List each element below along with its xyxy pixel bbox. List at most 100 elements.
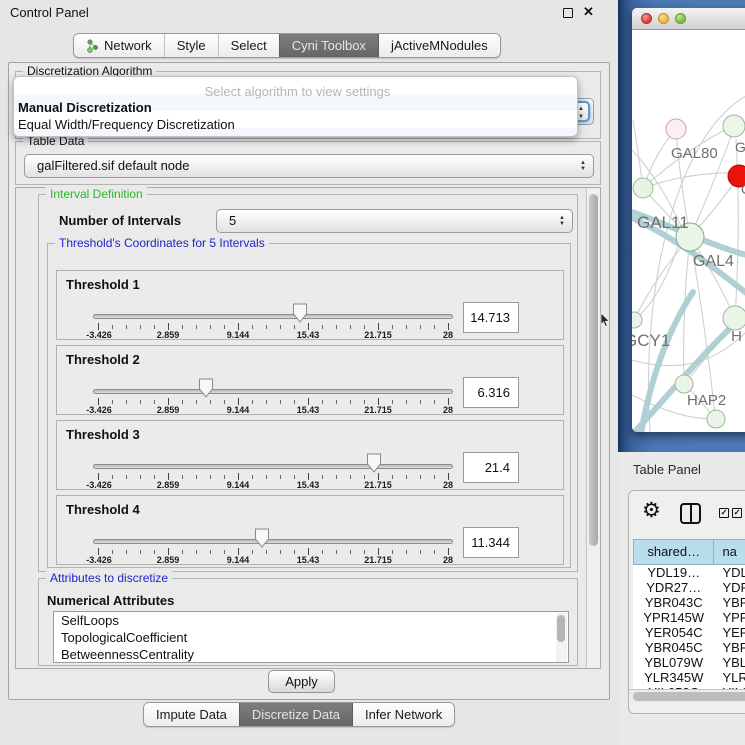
table-header-row: shared… na: [633, 539, 745, 565]
close-traffic-light[interactable]: [641, 13, 652, 24]
table-cell[interactable]: YLR345W: [633, 670, 714, 685]
table-cell[interactable]: YDR2: [714, 580, 745, 595]
attributes-list[interactable]: SelfLoopsTopologicalCoefficientBetweenne…: [53, 611, 569, 663]
slider[interactable]: -3.4262.8599.14415.4321.71528: [93, 496, 453, 566]
table-row[interactable]: YBL079WYBL0: [633, 655, 745, 670]
table-cell[interactable]: YDR27…: [633, 580, 714, 595]
bottom-tab-bar: Impute Data Discretize Data Infer Networ…: [143, 702, 455, 727]
table-row[interactable]: YBR043CYBR0: [633, 595, 745, 610]
table-cell[interactable]: YER054C: [633, 625, 714, 640]
threshold-2-panel: Threshold 2 -3.4262.8599.14415.4321.7152…: [56, 345, 564, 415]
panel-title: Control Panel: [10, 5, 89, 20]
threshold-value-field[interactable]: 21.4: [463, 452, 519, 483]
tab-discretize-data[interactable]: Discretize Data: [239, 703, 352, 726]
float-window-icon[interactable]: [563, 8, 573, 18]
node-label-hap2: HAP2: [687, 392, 726, 409]
split-columns-icon[interactable]: [680, 503, 701, 524]
slider-track[interactable]: [93, 539, 453, 544]
node-label-gal4: GAL4: [693, 253, 734, 270]
table-cell[interactable]: YBR043C: [633, 595, 714, 610]
interval-definition-group: Interval Definition Number of Intervals …: [38, 194, 578, 572]
table-row[interactable]: YER054CYER0: [633, 625, 745, 640]
slider-thumb[interactable]: [254, 528, 270, 549]
attribute-list-item[interactable]: TopologicalCoefficient: [54, 629, 568, 646]
tab-network[interactable]: Network: [74, 34, 164, 57]
table-cell[interactable]: YPR1: [714, 610, 745, 625]
table-cell[interactable]: YLR3: [714, 670, 745, 685]
table-cell[interactable]: YDL19…: [633, 565, 714, 580]
control-panel-titlebar: Control Panel ✕: [0, 0, 618, 26]
table-row[interactable]: YPR145WYPR1: [633, 610, 745, 625]
threshold-value-field[interactable]: 11.344: [463, 527, 519, 558]
table-cell[interactable]: YBL079W: [633, 655, 714, 670]
threshold-4-panel: Threshold 4 -3.4262.8599.14415.4321.7152…: [56, 495, 564, 565]
attribute-list-item[interactable]: BetweennessCentrality: [54, 646, 568, 663]
tab-impute-data[interactable]: Impute Data: [144, 703, 239, 726]
node-gal11[interactable]: [633, 178, 653, 198]
list-scrollbar[interactable]: [556, 613, 567, 662]
threshold-value-field[interactable]: 6.316: [463, 377, 519, 408]
scrollbar-thumb[interactable]: [589, 194, 598, 546]
attribute-list-item[interactable]: SelfLoops: [54, 612, 568, 629]
tab-jactivemnodules[interactable]: jActiveMNodules: [378, 34, 500, 57]
table-row[interactable]: YDR27…YDR2: [633, 580, 745, 595]
table-row[interactable]: YDL19…YDL1: [633, 565, 745, 580]
dropdown-prompt: Select algorithm to view settings: [14, 77, 577, 99]
column-header-shared-name[interactable]: shared…: [633, 539, 714, 565]
dropdown-option-equal-width[interactable]: Equal Width/Frequency Discretization: [14, 116, 577, 133]
table-cell[interactable]: YBR045C: [633, 640, 714, 655]
column-header-name[interactable]: na: [714, 539, 745, 565]
network-window-titlebar[interactable]: [632, 8, 745, 30]
table-cell[interactable]: YDL1: [714, 565, 745, 580]
horizontal-scrollbar[interactable]: [629, 689, 745, 703]
table-cell[interactable]: YPR145W: [633, 610, 714, 625]
network-view-window[interactable]: GAL80 G C GAL11 GAL4 GCY1 H HAP2: [632, 8, 745, 432]
node-pink[interactable]: [666, 119, 686, 139]
threshold-1-panel: Threshold 1 -3.4262.8599.14415.4321.7152…: [56, 270, 564, 340]
slider[interactable]: -3.4262.8599.14415.4321.71528: [93, 271, 453, 341]
num-intervals-combobox[interactable]: 5 ▲▼: [216, 209, 573, 233]
slider[interactable]: -3.4262.8599.14415.4321.71528: [93, 421, 453, 491]
scrollbar-thumb[interactable]: [633, 692, 745, 701]
slider-thumb[interactable]: [198, 378, 214, 399]
zoom-traffic-light[interactable]: [675, 13, 686, 24]
table-row[interactable]: YBR045CYBR0: [633, 640, 745, 655]
minimize-traffic-light[interactable]: [658, 13, 669, 24]
table-body[interactable]: YDL19…YDL1YDR27…YDR2YBR043CYBR0YPR145WYP…: [633, 565, 745, 689]
group-title-attributes: Attributes to discretize: [46, 571, 172, 585]
combo-arrows-icon: ▲▼: [559, 215, 565, 227]
slider[interactable]: -3.4262.8599.14415.4321.71528: [93, 346, 453, 416]
table-cell[interactable]: YER0: [714, 625, 745, 640]
vertical-scrollbar[interactable]: [586, 188, 600, 668]
tab-infer-network[interactable]: Infer Network: [352, 703, 454, 726]
tab-style[interactable]: Style: [164, 34, 218, 57]
slider-track[interactable]: [93, 314, 453, 319]
threshold-value-field[interactable]: 14.713: [463, 302, 519, 333]
network-graph[interactable]: GAL80 G C GAL11 GAL4 GCY1 H HAP2: [632, 30, 745, 432]
close-icon[interactable]: ✕: [583, 4, 594, 20]
apply-button[interactable]: Apply: [268, 670, 335, 693]
node-label-gal80: GAL80: [671, 145, 718, 162]
mouse-cursor: [600, 313, 611, 328]
slider-track[interactable]: [93, 464, 453, 469]
node-top-right[interactable]: [723, 115, 745, 137]
scrollbar-thumb[interactable]: [557, 615, 565, 642]
table-data-combobox[interactable]: galFiltered.sif default node ▲▼: [24, 154, 594, 178]
dropdown-option-manual[interactable]: Manual Discretization: [14, 99, 577, 116]
slider-thumb[interactable]: [292, 303, 308, 324]
tab-cyni-toolbox[interactable]: Cyni Toolbox: [279, 34, 378, 57]
table-cell[interactable]: YBR0: [714, 595, 745, 610]
select-columns-icon[interactable]: ✓✓: [719, 508, 742, 518]
table-data-value: galFiltered.sif default node: [37, 155, 189, 177]
gear-icon[interactable]: ⚙: [642, 498, 661, 523]
table-cell[interactable]: YBL0: [714, 655, 745, 670]
slider-track[interactable]: [93, 389, 453, 394]
table-cell[interactable]: YBR0: [714, 640, 745, 655]
node-label-g: G: [735, 139, 745, 155]
table-row[interactable]: YLR345WYLR3: [633, 670, 745, 685]
node-bottom[interactable]: [707, 410, 725, 428]
node-hap2[interactable]: [675, 375, 693, 393]
node-right[interactable]: [723, 306, 745, 330]
slider-thumb[interactable]: [366, 453, 382, 474]
tab-select[interactable]: Select: [218, 34, 279, 57]
